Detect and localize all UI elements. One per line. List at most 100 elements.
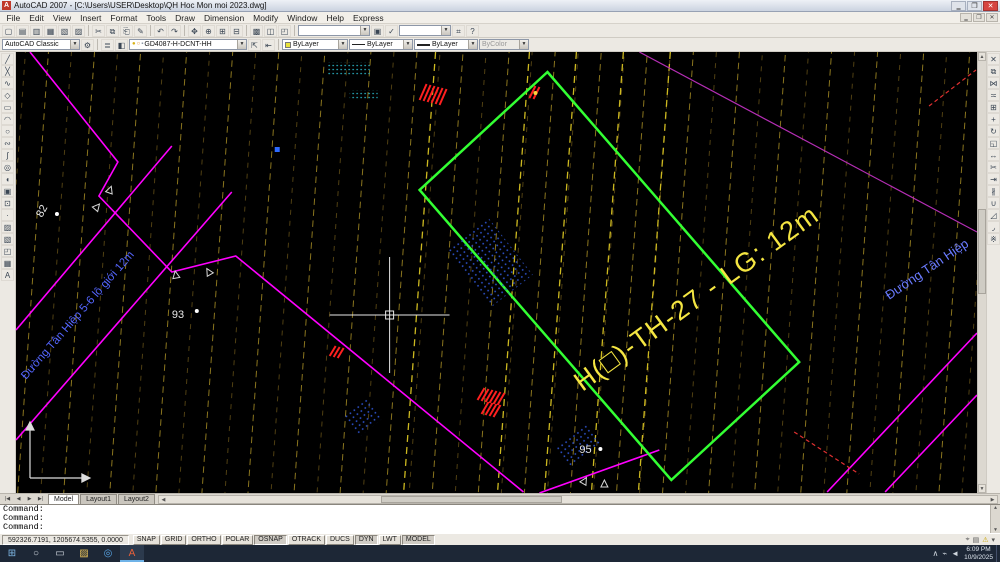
start-button[interactable]: ⊞: [0, 545, 24, 562]
tool-palettes-icon[interactable]: ◰: [278, 25, 291, 37]
explode-icon[interactable]: ※: [987, 233, 1000, 245]
circle-icon[interactable]: ○: [1, 125, 14, 137]
break-icon[interactable]: ∦: [987, 185, 1000, 197]
scroll-down-icon[interactable]: ▼: [978, 484, 986, 493]
cut-icon[interactable]: ✂: [92, 25, 105, 37]
offset-icon[interactable]: ≍: [987, 89, 1000, 101]
tab-nav-icon[interactable]: |◀: [2, 496, 13, 502]
autocad-icon[interactable]: A: [120, 545, 144, 562]
hatch-icon[interactable]: ▨: [1, 221, 14, 233]
undo-icon[interactable]: ↶: [154, 25, 167, 37]
color-combo[interactable]: ByLayer ▼: [282, 39, 348, 50]
menu-edit[interactable]: Edit: [25, 12, 49, 24]
multiline-text-icon[interactable]: A: [1, 269, 14, 281]
layer-states-icon[interactable]: ◧: [115, 39, 128, 51]
mirror-icon[interactable]: ⋈: [987, 77, 1000, 89]
menu-express[interactable]: Express: [348, 12, 388, 24]
browser-icon[interactable]: ◎: [96, 545, 120, 562]
rotate-icon[interactable]: ↻: [987, 125, 1000, 137]
copy-icon[interactable]: ⧉: [987, 65, 1000, 77]
hscroll-thumb[interactable]: [381, 496, 561, 503]
dim-style-combo[interactable]: ▼: [399, 25, 451, 36]
status-osnap-button[interactable]: OSNAP: [254, 535, 287, 545]
status-ducs-button[interactable]: DUCS: [326, 535, 354, 545]
move-icon[interactable]: +: [987, 113, 1000, 125]
menu-tools[interactable]: Tools: [142, 12, 171, 24]
drawing-canvas[interactable]: H(□)-TH-27 - LG: 12m Đường Tân Hiệp 5-6 …: [16, 52, 977, 493]
tab-layout1[interactable]: Layout1: [80, 494, 117, 504]
network-icon[interactable]: ⌁: [942, 549, 947, 558]
join-icon[interactable]: ∪: [987, 197, 1000, 209]
command-input[interactable]: Command:: [3, 523, 987, 532]
properties-icon[interactable]: ▩: [250, 25, 263, 37]
designcenter-icon[interactable]: ◫: [264, 25, 277, 37]
publish-icon[interactable]: ▨: [72, 25, 85, 37]
zoom-realtime-icon[interactable]: ⊕: [202, 25, 215, 37]
status-dyn-button[interactable]: DYN: [355, 535, 378, 545]
plot-style-combo[interactable]: ByColor ▼: [479, 39, 529, 50]
linetype-combo[interactable]: ByLayer ▼: [349, 39, 413, 50]
status-lwt-button[interactable]: LWT: [379, 535, 401, 545]
text-style-combo[interactable]: ▼: [298, 25, 370, 36]
tab-layout2[interactable]: Layout2: [118, 494, 155, 504]
menu-format[interactable]: Format: [106, 12, 142, 24]
vscroll-thumb[interactable]: [978, 209, 986, 294]
sheet-set-icon[interactable]: ▣: [371, 25, 384, 37]
task-view-icon[interactable]: ▭: [48, 545, 72, 562]
fillet-icon[interactable]: ◞: [987, 221, 1000, 233]
tab-nav-icon[interactable]: ▶: [24, 496, 35, 502]
polyline-icon[interactable]: ∿: [1, 77, 14, 89]
make-block-icon[interactable]: ⊡: [1, 197, 14, 209]
doc-restore-button[interactable]: ❐: [973, 13, 985, 22]
scroll-left-icon[interactable]: ◀: [159, 496, 168, 503]
file-explorer-icon[interactable]: ▨: [72, 545, 96, 562]
line-icon[interactable]: ╱: [1, 53, 14, 65]
doc-close-button[interactable]: ✕: [986, 13, 998, 22]
annotation-scale-icon[interactable]: ⌖: [966, 536, 970, 544]
status-otrack-button[interactable]: OTRACK: [288, 535, 325, 545]
status-menu-icon[interactable]: ▾: [991, 536, 995, 544]
doc-minimize-button[interactable]: ‗: [960, 13, 972, 22]
region-icon[interactable]: ◰: [1, 245, 14, 257]
construction-line-icon[interactable]: ╳: [1, 65, 14, 77]
toolbar-lock-icon[interactable]: ▤: [973, 536, 980, 544]
menu-insert[interactable]: Insert: [76, 12, 106, 24]
layer-combo[interactable]: ●○▪ GD4087-H-DCNT-HH ▼: [129, 39, 247, 50]
point-icon[interactable]: ·: [1, 209, 14, 221]
erase-icon[interactable]: ✕: [987, 53, 1000, 65]
command-scrollbar[interactable]: ▲ ▼: [990, 505, 1000, 533]
menu-draw[interactable]: Draw: [171, 12, 200, 24]
status-grid-button[interactable]: GRID: [161, 535, 187, 545]
tab-nav-icon[interactable]: ▶|: [35, 496, 46, 502]
scale-icon[interactable]: ◱: [987, 137, 1000, 149]
ellipse-arc-icon[interactable]: ◖: [1, 173, 14, 185]
make-object-layer-current-icon[interactable]: ⇱: [248, 39, 261, 51]
trim-icon[interactable]: ✂: [987, 161, 1000, 173]
arc-icon[interactable]: ◠: [1, 113, 14, 125]
redo-icon[interactable]: ↷: [168, 25, 181, 37]
ellipse-icon[interactable]: ◎: [1, 161, 14, 173]
maximize-button[interactable]: ❐: [967, 1, 982, 11]
open-icon[interactable]: ▤: [16, 25, 29, 37]
menu-dimension[interactable]: Dimension: [200, 12, 249, 24]
workspace-combo[interactable]: AutoCAD Classic ▼: [2, 39, 80, 50]
status-polar-button[interactable]: POLAR: [222, 535, 254, 545]
stretch-icon[interactable]: ↔: [987, 149, 1000, 161]
scroll-up-icon[interactable]: ▲: [978, 52, 986, 61]
revision-cloud-icon[interactable]: ∾: [1, 137, 14, 149]
search-icon[interactable]: ○: [24, 545, 48, 562]
grip-point[interactable]: [275, 147, 280, 152]
scroll-up-icon[interactable]: ▲: [991, 505, 1000, 511]
save-icon[interactable]: ▥: [30, 25, 43, 37]
extend-icon[interactable]: ⇥: [987, 173, 1000, 185]
menu-help[interactable]: Help: [322, 12, 348, 24]
menu-file[interactable]: File: [2, 12, 25, 24]
rectangle-icon[interactable]: ▭: [1, 101, 14, 113]
menu-view[interactable]: View: [48, 12, 75, 24]
gradient-icon[interactable]: ▧: [1, 233, 14, 245]
tray-expand-icon[interactable]: ∧: [932, 549, 938, 558]
match-properties-icon[interactable]: ✎: [134, 25, 147, 37]
array-icon[interactable]: ⊞: [987, 101, 1000, 113]
help-icon[interactable]: ?: [466, 25, 479, 37]
plot-preview-icon[interactable]: ▧: [58, 25, 71, 37]
